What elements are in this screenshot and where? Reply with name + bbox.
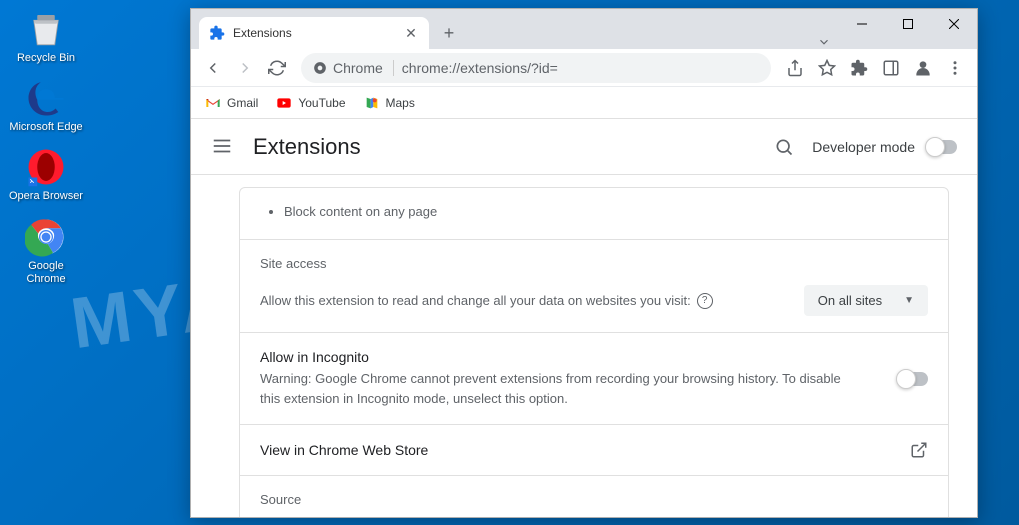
permissions-section: Block content on any page xyxy=(240,188,948,240)
profile-button[interactable] xyxy=(909,54,937,82)
titlebar: Extensions ✕ + xyxy=(191,9,977,49)
new-tab-button[interactable]: + xyxy=(435,19,463,47)
tab-strip: Extensions ✕ + xyxy=(191,9,809,49)
reload-button[interactable] xyxy=(263,54,291,82)
help-icon[interactable]: ? xyxy=(697,293,713,309)
puzzle-icon xyxy=(209,25,225,41)
developer-mode-toggle[interactable] xyxy=(927,140,957,154)
minimize-button[interactable] xyxy=(839,9,885,39)
page-title: Extensions xyxy=(253,134,774,160)
tab-search-button[interactable] xyxy=(809,29,839,49)
url-chip-label: Chrome xyxy=(333,60,383,76)
search-button[interactable] xyxy=(774,137,794,157)
extension-detail-card: Block content on any page Site access Al… xyxy=(239,187,949,517)
url-text: chrome://extensions/?id= xyxy=(402,60,558,76)
webstore-link[interactable]: View in Chrome Web Store xyxy=(240,425,948,476)
forward-button[interactable] xyxy=(231,54,259,82)
opera-icon xyxy=(25,146,67,188)
recycle-bin-icon xyxy=(25,8,67,50)
hamburger-menu-button[interactable] xyxy=(211,135,235,159)
desktop-icon-recycle-bin[interactable]: Recycle Bin xyxy=(8,8,84,65)
developer-mode-label: Developer mode xyxy=(812,139,915,155)
url-chip: Chrome xyxy=(313,60,394,76)
chrome-logo-icon xyxy=(313,61,327,75)
incognito-warning: Warning: Google Chrome cannot prevent ex… xyxy=(260,369,860,408)
site-access-section: Site access Allow this extension to read… xyxy=(240,240,948,333)
desktop-icon-label: Google Chrome xyxy=(8,260,84,286)
incognito-section: Allow in Incognito Warning: Google Chrom… xyxy=(240,333,948,425)
desktop-icons-area: Recycle Bin Microsoft Edge Opera Browser… xyxy=(8,8,84,298)
bookmark-label: YouTube xyxy=(298,96,345,110)
source-heading: Source xyxy=(260,492,928,507)
desktop-icon-label: Microsoft Edge xyxy=(8,121,84,134)
maximize-button[interactable] xyxy=(885,9,931,39)
menu-button[interactable] xyxy=(941,54,969,82)
tab-extensions[interactable]: Extensions ✕ xyxy=(199,17,429,49)
toolbar: Chrome chrome://extensions/?id= xyxy=(191,49,977,87)
bookmark-gmail[interactable]: Gmail xyxy=(205,95,258,111)
webstore-link-label: View in Chrome Web Store xyxy=(260,442,428,458)
back-button[interactable] xyxy=(199,54,227,82)
source-section: Source xyxy=(240,476,948,517)
desktop-icon-chrome[interactable]: Google Chrome xyxy=(8,216,84,286)
extensions-page: Extensions Developer mode Block content … xyxy=(191,119,977,517)
tab-title: Extensions xyxy=(233,26,403,40)
permission-item: Block content on any page xyxy=(284,204,928,219)
open-external-icon xyxy=(910,441,928,459)
extensions-puzzle-button[interactable] xyxy=(845,54,873,82)
dropdown-value: On all sites xyxy=(818,293,882,308)
close-window-button[interactable] xyxy=(931,9,977,39)
side-panel-button[interactable] xyxy=(877,54,905,82)
youtube-icon xyxy=(276,95,292,111)
edge-icon xyxy=(25,77,67,119)
site-access-heading: Site access xyxy=(260,256,928,271)
address-bar[interactable]: Chrome chrome://extensions/?id= xyxy=(301,53,771,83)
incognito-title: Allow in Incognito xyxy=(260,349,860,365)
desktop-icon-opera[interactable]: Opera Browser xyxy=(8,146,84,203)
chrome-icon xyxy=(25,216,67,258)
bookmark-label: Maps xyxy=(386,96,415,110)
extensions-header: Extensions Developer mode xyxy=(191,119,977,175)
chevron-down-icon: ▼ xyxy=(904,295,914,306)
tab-close-button[interactable]: ✕ xyxy=(403,25,419,41)
share-button[interactable] xyxy=(781,54,809,82)
maps-icon xyxy=(364,95,380,111)
bookmark-star-button[interactable] xyxy=(813,54,841,82)
site-access-description: Allow this extension to read and change … xyxy=(260,293,792,309)
site-access-dropdown[interactable]: On all sites ▼ xyxy=(804,285,928,316)
desktop-icon-edge[interactable]: Microsoft Edge xyxy=(8,77,84,134)
window-controls xyxy=(839,9,977,49)
bookmarks-bar: Gmail YouTube Maps xyxy=(191,87,977,119)
gmail-icon xyxy=(205,95,221,111)
desktop-icon-label: Opera Browser xyxy=(8,190,84,203)
extensions-content[interactable]: Block content on any page Site access Al… xyxy=(191,175,977,517)
incognito-toggle[interactable] xyxy=(898,372,928,386)
chrome-window: Extensions ✕ + Chrome chrome://extension… xyxy=(190,8,978,518)
bookmark-youtube[interactable]: YouTube xyxy=(276,95,345,111)
bookmark-maps[interactable]: Maps xyxy=(364,95,415,111)
bookmark-label: Gmail xyxy=(227,96,258,110)
desktop-icon-label: Recycle Bin xyxy=(8,52,84,65)
